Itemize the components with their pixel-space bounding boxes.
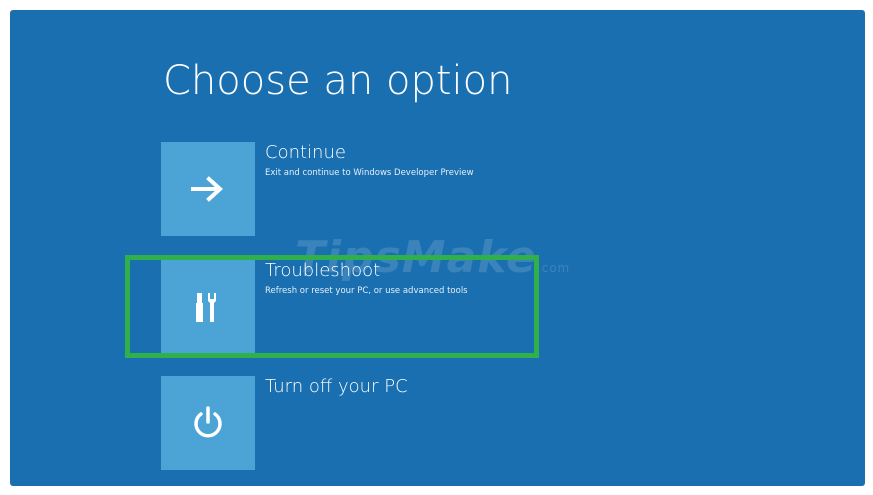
arrow-right-icon bbox=[191, 176, 223, 202]
power-icon bbox=[194, 406, 222, 438]
option-troubleshoot-description: Refresh or reset your PC, or use advance… bbox=[265, 286, 468, 296]
option-continue-description: Exit and continue to Windows Developer P… bbox=[265, 168, 474, 178]
option-turn-off[interactable]: Turn off your PC bbox=[161, 376, 621, 470]
page-title: Choose an option bbox=[163, 58, 513, 104]
option-continue[interactable]: Continue Exit and continue to Windows De… bbox=[161, 142, 621, 236]
option-troubleshoot[interactable]: Troubleshoot Refresh or reset your PC, o… bbox=[161, 260, 621, 354]
recovery-screen: Choose an option Continue Exit and conti… bbox=[10, 10, 865, 486]
turn-off-tile[interactable] bbox=[161, 376, 255, 470]
option-troubleshoot-label: Troubleshoot bbox=[265, 260, 381, 281]
option-continue-label: Continue bbox=[265, 142, 346, 163]
troubleshoot-tile[interactable] bbox=[161, 260, 255, 354]
option-turn-off-label: Turn off your PC bbox=[265, 376, 408, 397]
continue-tile[interactable] bbox=[161, 142, 255, 236]
tools-icon bbox=[196, 293, 216, 322]
